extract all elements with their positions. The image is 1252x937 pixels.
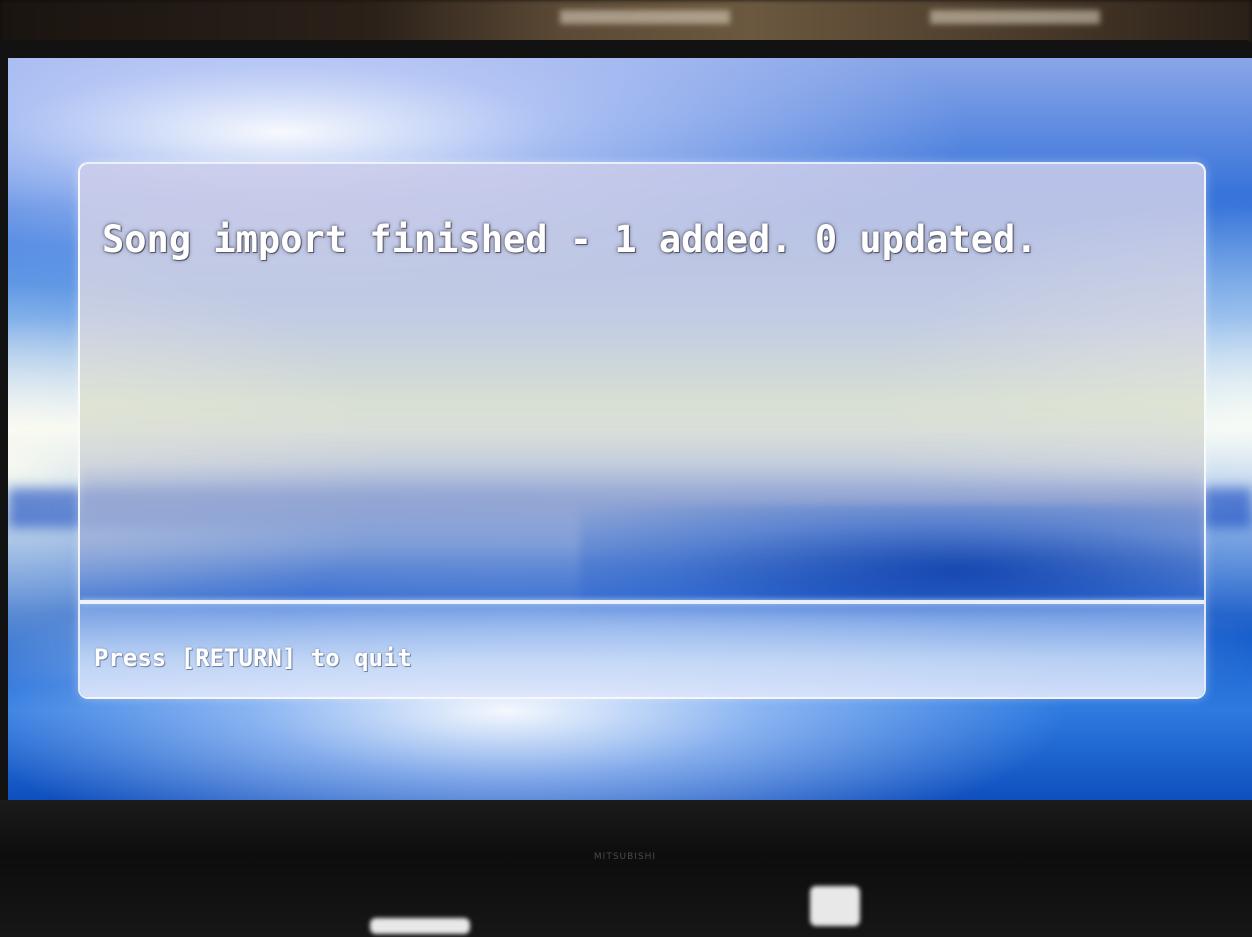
screen: Song import finished - 1 added. 0 update… [8,58,1252,800]
dialog-shadow [580,504,1204,614]
return-to-quit-hint: Press [RETURN] to quit [94,644,412,672]
monitor-bezel: MITSUBISHI [0,800,1252,937]
box-label [560,10,730,24]
import-dialog: Song import finished - 1 added. 0 update… [78,162,1206,699]
cable [370,918,470,934]
box-label [930,10,1100,24]
dialog-footer: Press [RETURN] to quit [80,604,1204,697]
photo-background: Song import finished - 1 added. 0 update… [0,0,1252,937]
monitor-logo: MITSUBISHI [593,852,657,862]
monitor: Song import finished - 1 added. 0 update… [0,40,1252,937]
cable [810,886,860,926]
status-message: Song import finished - 1 added. 0 update… [102,218,1038,261]
